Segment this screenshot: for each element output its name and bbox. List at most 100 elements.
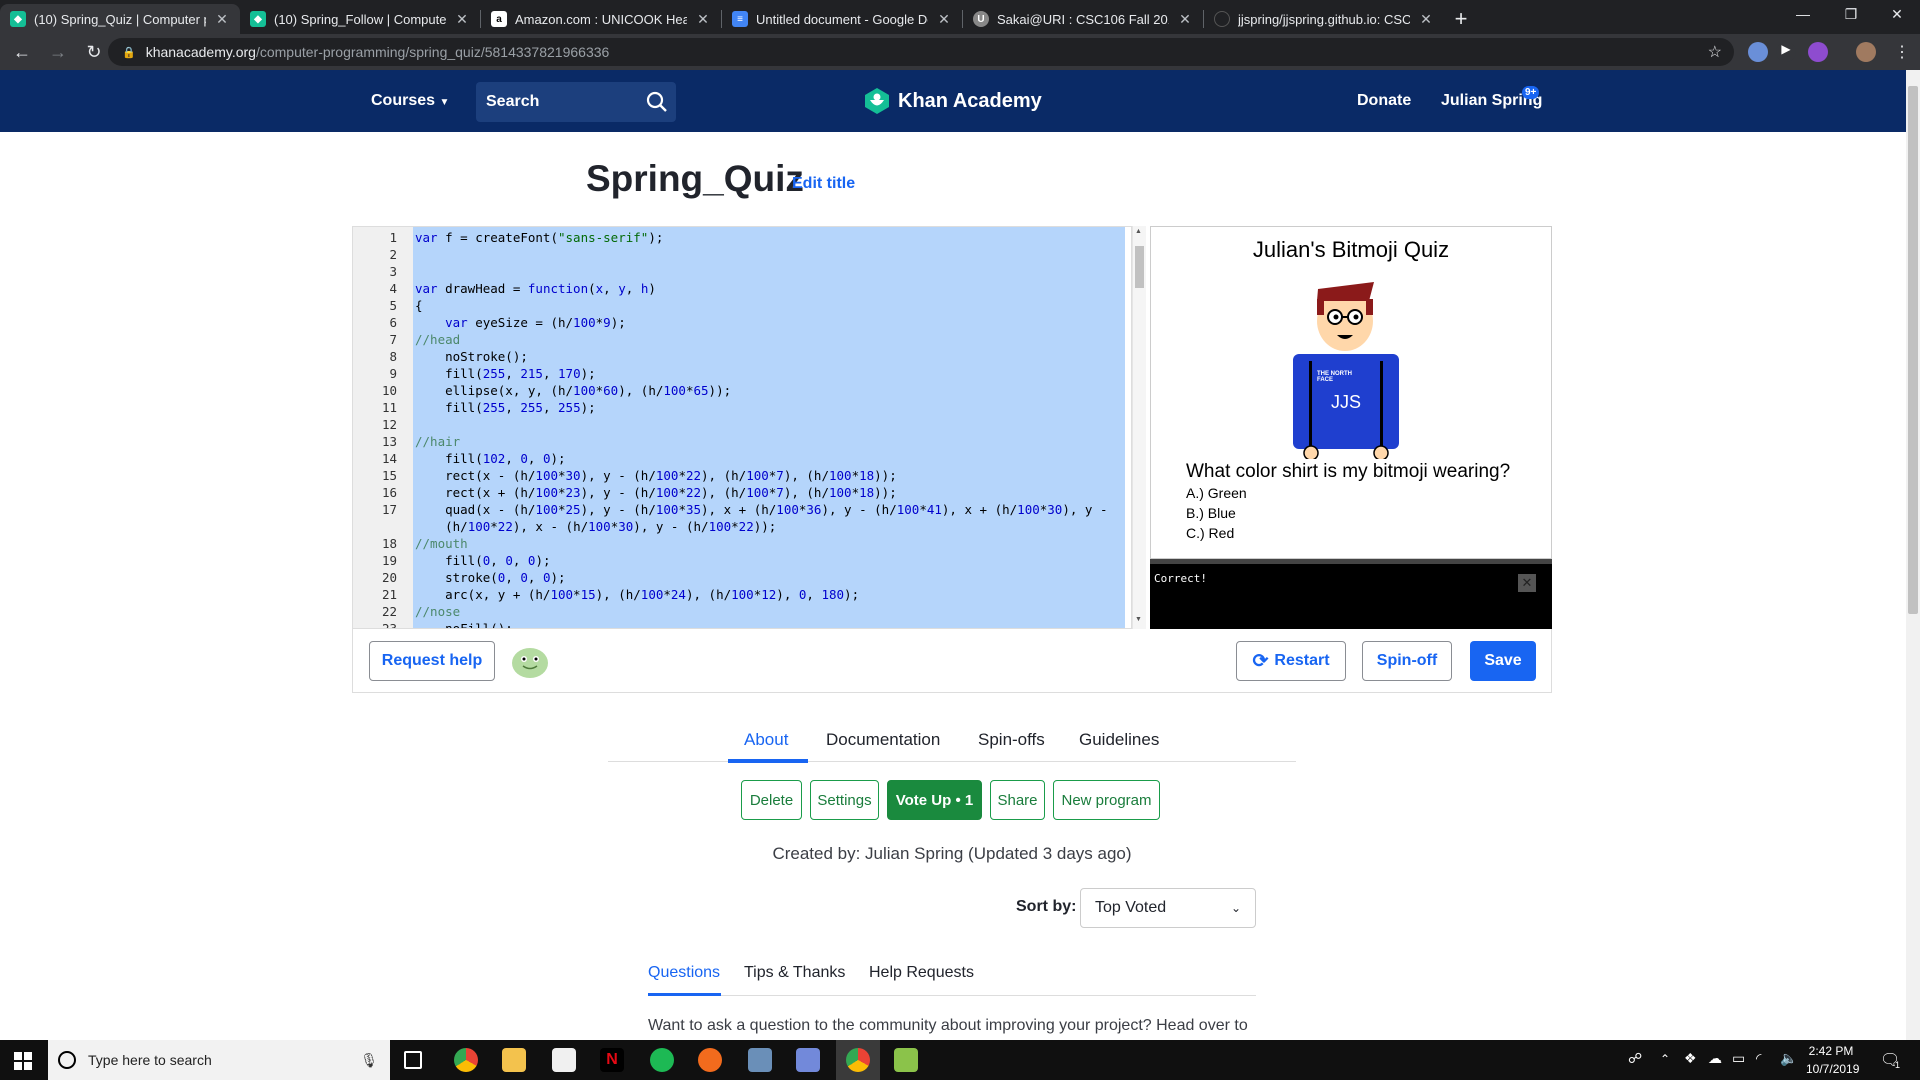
search-icon[interactable]: [646, 91, 668, 113]
tab-spin-offs[interactable]: Spin-offs: [978, 730, 1045, 750]
code-line[interactable]: 15 rect(x - (h/100*30), y - (h/100*22), …: [353, 467, 1131, 484]
minimize-button[interactable]: —: [1780, 6, 1826, 22]
code-line[interactable]: 3: [353, 263, 1131, 280]
wifi-icon[interactable]: ◜: [1756, 1050, 1761, 1067]
close-icon[interactable]: ✕: [936, 11, 952, 27]
code-line[interactable]: 19 fill(0, 0, 0);: [353, 552, 1131, 569]
subtab-help-requests[interactable]: Help Requests: [869, 964, 974, 982]
subtab-questions[interactable]: Questions: [648, 964, 720, 982]
donate-link[interactable]: Donate: [1357, 92, 1411, 110]
close-icon[interactable]: ✕: [695, 11, 711, 27]
subtab-tips-thanks[interactable]: Tips & Thanks: [744, 964, 845, 982]
close-icon[interactable]: ✕: [214, 11, 230, 27]
code-line[interactable]: 6 var eyeSize = (h/100*9);: [353, 314, 1131, 331]
code-line[interactable]: 5{: [353, 297, 1131, 314]
chevron-up-icon[interactable]: ⌃: [1660, 1052, 1670, 1066]
browser-tab-amazon[interactable]: a Amazon.com : UNICOOK Heavy D ✕: [481, 4, 721, 34]
bookmark-star-icon[interactable]: ☆: [1708, 42, 1722, 62]
netflix-icon[interactable]: N: [600, 1048, 624, 1072]
crunchyroll-icon[interactable]: [698, 1048, 722, 1072]
code-line[interactable]: 7 //head: [353, 331, 1131, 348]
new-tab-button[interactable]: +: [1444, 4, 1478, 34]
browser-tab-google-doc[interactable]: ≡ Untitled document - Google Doc ✕: [722, 4, 962, 34]
tab-about[interactable]: About: [744, 730, 788, 750]
code-line[interactable]: 14 fill(102, 0, 0);: [353, 450, 1131, 467]
code-line[interactable]: 10 ellipse(x, y, (h/100*60), (h/100*65))…: [353, 382, 1131, 399]
scroll-up-arrow-icon[interactable]: ▲: [1135, 228, 1142, 235]
code-line[interactable]: 12: [353, 416, 1131, 433]
restart-button[interactable]: ⟳ Restart: [1236, 641, 1346, 681]
mail-icon[interactable]: [552, 1048, 576, 1072]
editor-scrollbar[interactable]: ▲ ▼: [1132, 226, 1146, 629]
app-icon[interactable]: [894, 1048, 918, 1072]
volume-icon[interactable]: 🔈: [1780, 1050, 1797, 1067]
settings-button[interactable]: Settings: [810, 780, 879, 820]
clock-date[interactable]: 10/7/2019: [1806, 1062, 1859, 1076]
program-output-canvas[interactable]: Julian's Bitmoji Quiz THE NORTH FACE JJS…: [1150, 226, 1552, 559]
app-icon[interactable]: [748, 1048, 772, 1072]
request-help-button[interactable]: Request help: [369, 641, 495, 681]
search-input[interactable]: Search: [476, 82, 676, 122]
close-icon[interactable]: ✕: [454, 11, 470, 27]
browser-tab-sakai[interactable]: U Sakai@URI : CSC106 Fall 2019 : A ✕: [963, 4, 1203, 34]
forward-arrow-icon[interactable]: →: [44, 42, 72, 63]
extension-icon[interactable]: [1748, 42, 1768, 62]
code-line[interactable]: 16 rect(x + (h/100*23), y - (h/100*22), …: [353, 484, 1131, 501]
profile-avatar[interactable]: [1856, 42, 1876, 62]
extension-icon[interactable]: [1808, 42, 1828, 62]
code-line[interactable]: 2: [353, 246, 1131, 263]
code-editor[interactable]: 1 var f = createFont("sans-serif"); 2 3 4 var…: [352, 226, 1132, 629]
close-icon[interactable]: ✕: [1418, 11, 1434, 27]
battery-icon[interactable]: ▭: [1732, 1050, 1745, 1067]
cloud-icon[interactable]: ☁: [1708, 1050, 1722, 1067]
windows-start-icon[interactable]: [14, 1052, 32, 1070]
chrome-icon[interactable]: [454, 1048, 478, 1072]
people-icon[interactable]: ☍: [1628, 1050, 1642, 1067]
new-program-button[interactable]: New program: [1053, 780, 1160, 820]
code-line[interactable]: 9 fill(255, 215, 170);: [353, 365, 1131, 382]
code-line[interactable]: 8 noStroke();: [353, 348, 1131, 365]
clock-time[interactable]: 2:42 PM: [1806, 1044, 1856, 1058]
spotify-icon[interactable]: [650, 1048, 674, 1072]
microphone-icon[interactable]: 🎙: [360, 1052, 378, 1069]
code-line[interactable]: 18 //mouth: [353, 535, 1131, 552]
close-console-icon[interactable]: ✕: [1518, 574, 1536, 592]
save-button[interactable]: Save: [1470, 641, 1536, 681]
task-view-icon[interactable]: [404, 1051, 422, 1069]
code-line[interactable]: 17 quad(x - (h/100*25), y - (h/100*35), …: [353, 501, 1131, 518]
taskbar-search-input[interactable]: Type here to search 🎙: [48, 1040, 390, 1080]
close-window-button[interactable]: ✕: [1874, 6, 1920, 23]
quiz-option-b[interactable]: B.) Blue: [1186, 505, 1236, 521]
sort-select[interactable]: Top Voted ⌄: [1080, 888, 1256, 928]
code-line[interactable]: 13 //hair: [353, 433, 1131, 450]
edit-title-link[interactable]: Edit title: [792, 175, 855, 193]
file-explorer-icon[interactable]: [502, 1048, 526, 1072]
khan-academy-logo[interactable]: Khan Academy: [864, 87, 1042, 115]
browser-tab-spring-quiz[interactable]: ◆ (10) Spring_Quiz | Computer pro ✕: [0, 4, 240, 34]
browser-menu-icon[interactable]: ⋮: [1894, 42, 1910, 62]
code-line[interactable]: 1 var f = createFont("sans-serif");: [353, 229, 1131, 246]
chrome-icon[interactable]: [846, 1048, 870, 1072]
restore-button[interactable]: ❐: [1828, 6, 1874, 23]
code-line[interactable]: 4 var drawHead = function(x, y, h): [353, 280, 1131, 297]
vote-up-button[interactable]: Vote Up • 1: [887, 780, 982, 820]
code-line[interactable]: 22 //nose: [353, 603, 1131, 620]
page-scrollbar-thumb[interactable]: [1908, 86, 1918, 614]
address-bar[interactable]: 🔒 khanacademy.org/computer-programming/s…: [108, 38, 1734, 66]
share-button[interactable]: Share: [990, 780, 1045, 820]
tab-guidelines[interactable]: Guidelines: [1079, 730, 1159, 750]
quiz-option-a[interactable]: A.) Green: [1186, 485, 1247, 501]
code-line[interactable]: 20 stroke(0, 0, 0);: [353, 569, 1131, 586]
extension-play-icon[interactable]: ▶: [1776, 42, 1796, 62]
dropbox-icon[interactable]: ❖: [1684, 1050, 1697, 1067]
delete-button[interactable]: Delete: [741, 780, 802, 820]
quiz-option-c[interactable]: C.) Red: [1186, 525, 1234, 541]
browser-tab-spring-follow[interactable]: ◆ (10) Spring_Follow | Computer pr ✕: [240, 4, 480, 34]
code-line[interactable]: (h/100*22), x - (h/100*30), y - (h/100*2…: [353, 518, 1131, 535]
code-line[interactable]: 21 arc(x, y + (h/100*15), (h/100*24), (h…: [353, 586, 1131, 603]
reload-icon[interactable]: ↻: [80, 42, 108, 63]
browser-tab-github[interactable]: jjspring/jjspring.github.io: CSC 10 ✕: [1204, 4, 1444, 34]
scroll-down-arrow-icon[interactable]: ▼: [1135, 616, 1142, 623]
spin-off-button[interactable]: Spin-off: [1362, 641, 1452, 681]
discord-icon[interactable]: [796, 1048, 820, 1072]
